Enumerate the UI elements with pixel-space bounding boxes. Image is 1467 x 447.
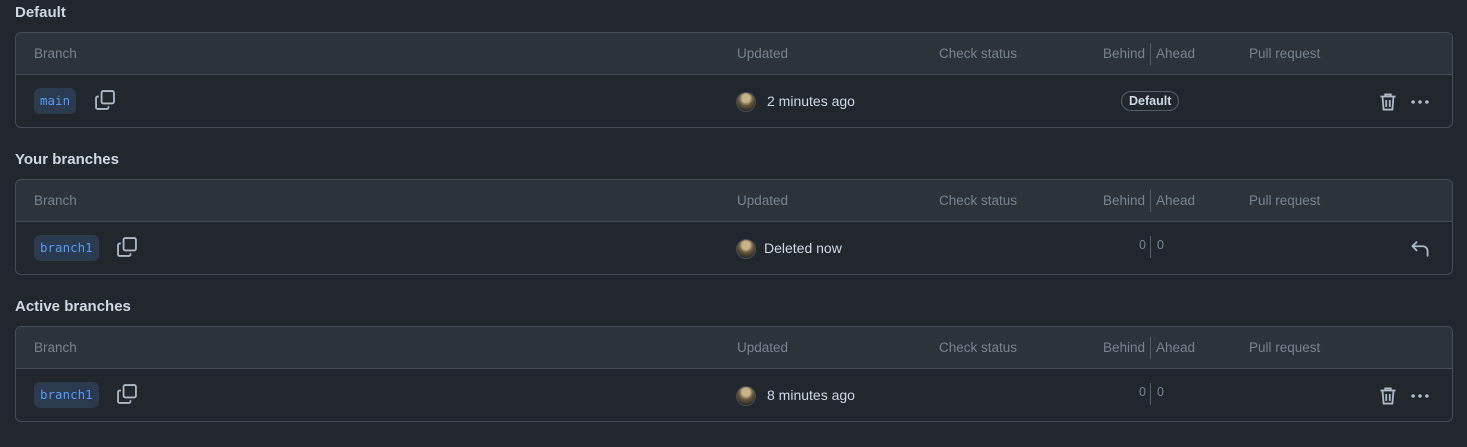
trash-icon[interactable] [1377, 385, 1399, 407]
avatar[interactable] [736, 92, 756, 112]
behind-ahead-divider [1150, 383, 1151, 405]
column-header-check-status: Check status [939, 193, 1018, 208]
behind-ahead-divider [1150, 236, 1151, 258]
section-title-default: Default [15, 4, 66, 21]
column-header-pull-request: Pull request [1249, 340, 1321, 355]
column-header-branch: Branch [34, 46, 77, 61]
branch-name-link[interactable]: branch1 [34, 382, 99, 408]
trash-icon[interactable] [1377, 91, 1399, 113]
branch-name-link[interactable]: main [34, 88, 77, 114]
behind-ahead-divider [1150, 43, 1151, 65]
restore-icon[interactable] [1409, 238, 1431, 260]
table-row: branch1 Deleted now 0 0 [16, 222, 1452, 276]
column-header-branch: Branch [34, 340, 77, 355]
copy-icon[interactable] [116, 236, 138, 258]
branch-table-your-branches: Branch Updated Check status Behind Ahead… [15, 179, 1453, 275]
behind-ahead-divider [1150, 337, 1151, 359]
branch-name-link[interactable]: branch1 [34, 235, 99, 261]
table-row: main 2 minutes ago Default [16, 75, 1452, 129]
column-header-ahead: Ahead [1156, 193, 1196, 208]
column-header-pull-request: Pull request [1249, 46, 1321, 61]
branch-table-active-branches: Branch Updated Check status Behind Ahead… [15, 326, 1453, 422]
column-header-pull-request: Pull request [1249, 193, 1321, 208]
copy-icon[interactable] [94, 89, 116, 111]
column-header-ahead: Ahead [1156, 340, 1196, 355]
column-header-behind: Behind [1103, 340, 1146, 355]
default-badge: Default [1121, 91, 1180, 111]
branch-table-default: Branch Updated Check status Behind Ahead… [15, 32, 1453, 128]
table-row: branch1 8 minutes ago 0 0 [16, 369, 1452, 423]
column-header-behind: Behind [1103, 46, 1146, 61]
avatar[interactable] [736, 239, 756, 259]
column-header-check-status: Check status [939, 340, 1018, 355]
section-title-your-branches: Your branches [15, 151, 119, 168]
column-header-branch: Branch [34, 193, 77, 208]
updated-time: 8 minutes ago [767, 387, 855, 403]
behind-count: 0 [1139, 385, 1146, 399]
ahead-count: 0 [1157, 385, 1164, 399]
table-header: Branch Updated Check status Behind Ahead… [16, 327, 1452, 369]
column-header-behind: Behind [1103, 193, 1146, 208]
kebab-menu-icon[interactable] [1409, 385, 1431, 407]
column-header-updated: Updated [737, 193, 789, 208]
table-header: Branch Updated Check status Behind Ahead… [16, 180, 1452, 222]
column-header-ahead: Ahead [1156, 46, 1196, 61]
ahead-count: 0 [1157, 238, 1164, 252]
column-header-updated: Updated [737, 46, 789, 61]
column-header-check-status: Check status [939, 46, 1018, 61]
behind-count: 0 [1139, 238, 1146, 252]
copy-icon[interactable] [116, 383, 138, 405]
kebab-menu-icon[interactable] [1409, 91, 1431, 113]
table-header: Branch Updated Check status Behind Ahead… [16, 33, 1452, 75]
section-title-active-branches: Active branches [15, 298, 131, 315]
updated-time: Deleted now [764, 240, 842, 256]
avatar[interactable] [736, 386, 756, 406]
behind-ahead-divider [1150, 190, 1151, 212]
updated-time: 2 minutes ago [767, 93, 855, 109]
column-header-updated: Updated [737, 340, 789, 355]
